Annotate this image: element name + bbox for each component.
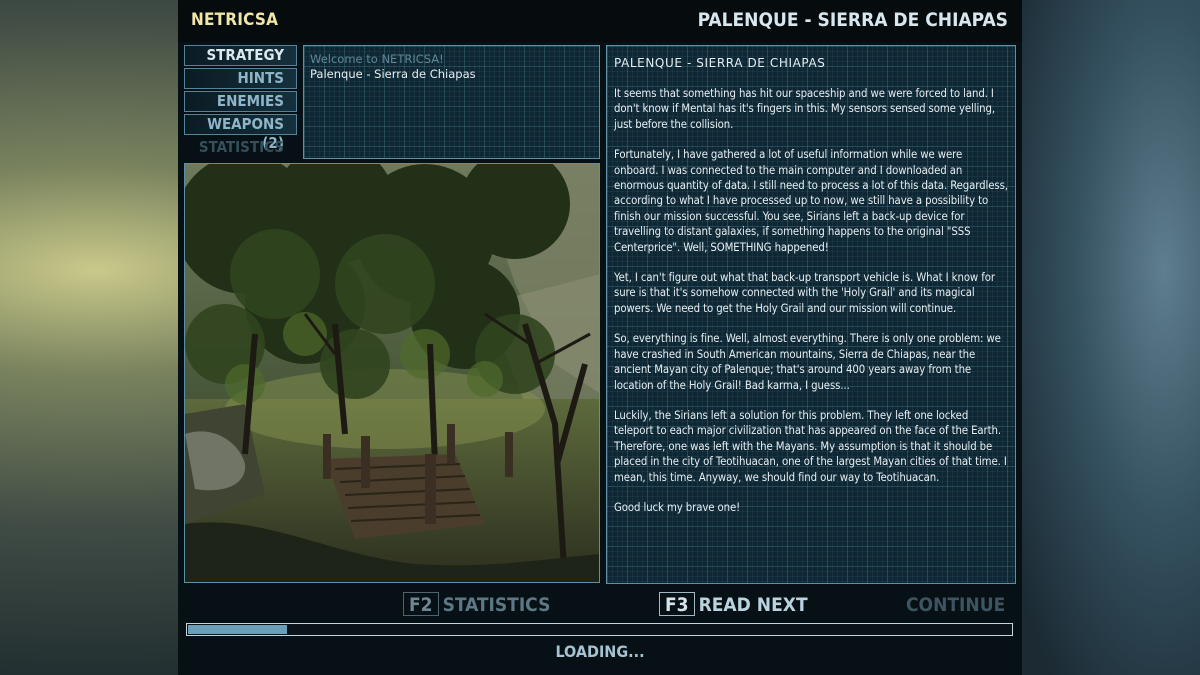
message-paragraph: Fortunately, I have gathered a lot of us… [614, 148, 1008, 254]
f3-key-hint: F3 [659, 592, 695, 616]
category-menu: STRATEGY HINTS ENEMIES WEAPONS (2) STATI… [184, 45, 297, 160]
header-bar: NETRICSA PALENQUE - SIERRA DE CHIAPAS [178, 0, 1022, 42]
continue-button[interactable]: CONTINUE [906, 592, 1005, 618]
menu-item-weapons[interactable]: WEAPONS (2) [184, 114, 297, 152]
loading-progress-bar [186, 623, 1013, 636]
read-next-button-label: READ NEXT [698, 594, 808, 616]
jungle-scene-svg [185, 164, 599, 582]
statistics-button-label: STATISTICS [442, 594, 551, 616]
app-title: NETRICSA [191, 10, 279, 30]
message-paragraph: Good luck my brave one! [614, 500, 741, 514]
menu-item-enemies[interactable]: ENEMIES [184, 91, 297, 112]
f2-key-hint: F2 [403, 592, 439, 616]
message-paragraph: Luckily, the Sirians left a solution for… [614, 408, 1007, 484]
loading-label: LOADING... [555, 642, 645, 661]
message-item-palenque[interactable]: Palenque - Sierra de Chiapas [310, 67, 593, 82]
message-list: Welcome to NETRICSA! Palenque - Sierra d… [303, 45, 600, 159]
message-paragraph: So, everything is fine. Well, almost eve… [614, 332, 1001, 392]
jungle-scene-image [184, 163, 600, 583]
message-item-welcome[interactable]: Welcome to NETRICSA! [310, 52, 593, 67]
loading-progress-fill [188, 625, 287, 634]
menu-item-hints[interactable]: HINTS [184, 68, 297, 89]
message-paragraph: Yet, I can't figure out what that back-u… [614, 271, 995, 315]
level-title: PALENQUE - SIERRA DE CHIAPAS [697, 9, 1008, 31]
message-title: PALENQUE - SIERRA DE CHIAPAS [614, 56, 826, 70]
menu-item-strategy[interactable]: STRATEGY [184, 45, 297, 66]
menu-item-statistics: STATISTICS [198, 138, 284, 156]
statistics-button[interactable]: F2 STATISTICS [403, 592, 550, 618]
message-view: PALENQUE - SIERRA DE CHIAPAS It seems th… [606, 45, 1016, 584]
netricsa-screen: NETRICSA PALENQUE - SIERRA DE CHIAPAS ST… [178, 0, 1022, 675]
message-paragraph: It seems that something has hit our spac… [614, 87, 996, 131]
read-next-button[interactable]: F3 READ NEXT [659, 592, 808, 618]
